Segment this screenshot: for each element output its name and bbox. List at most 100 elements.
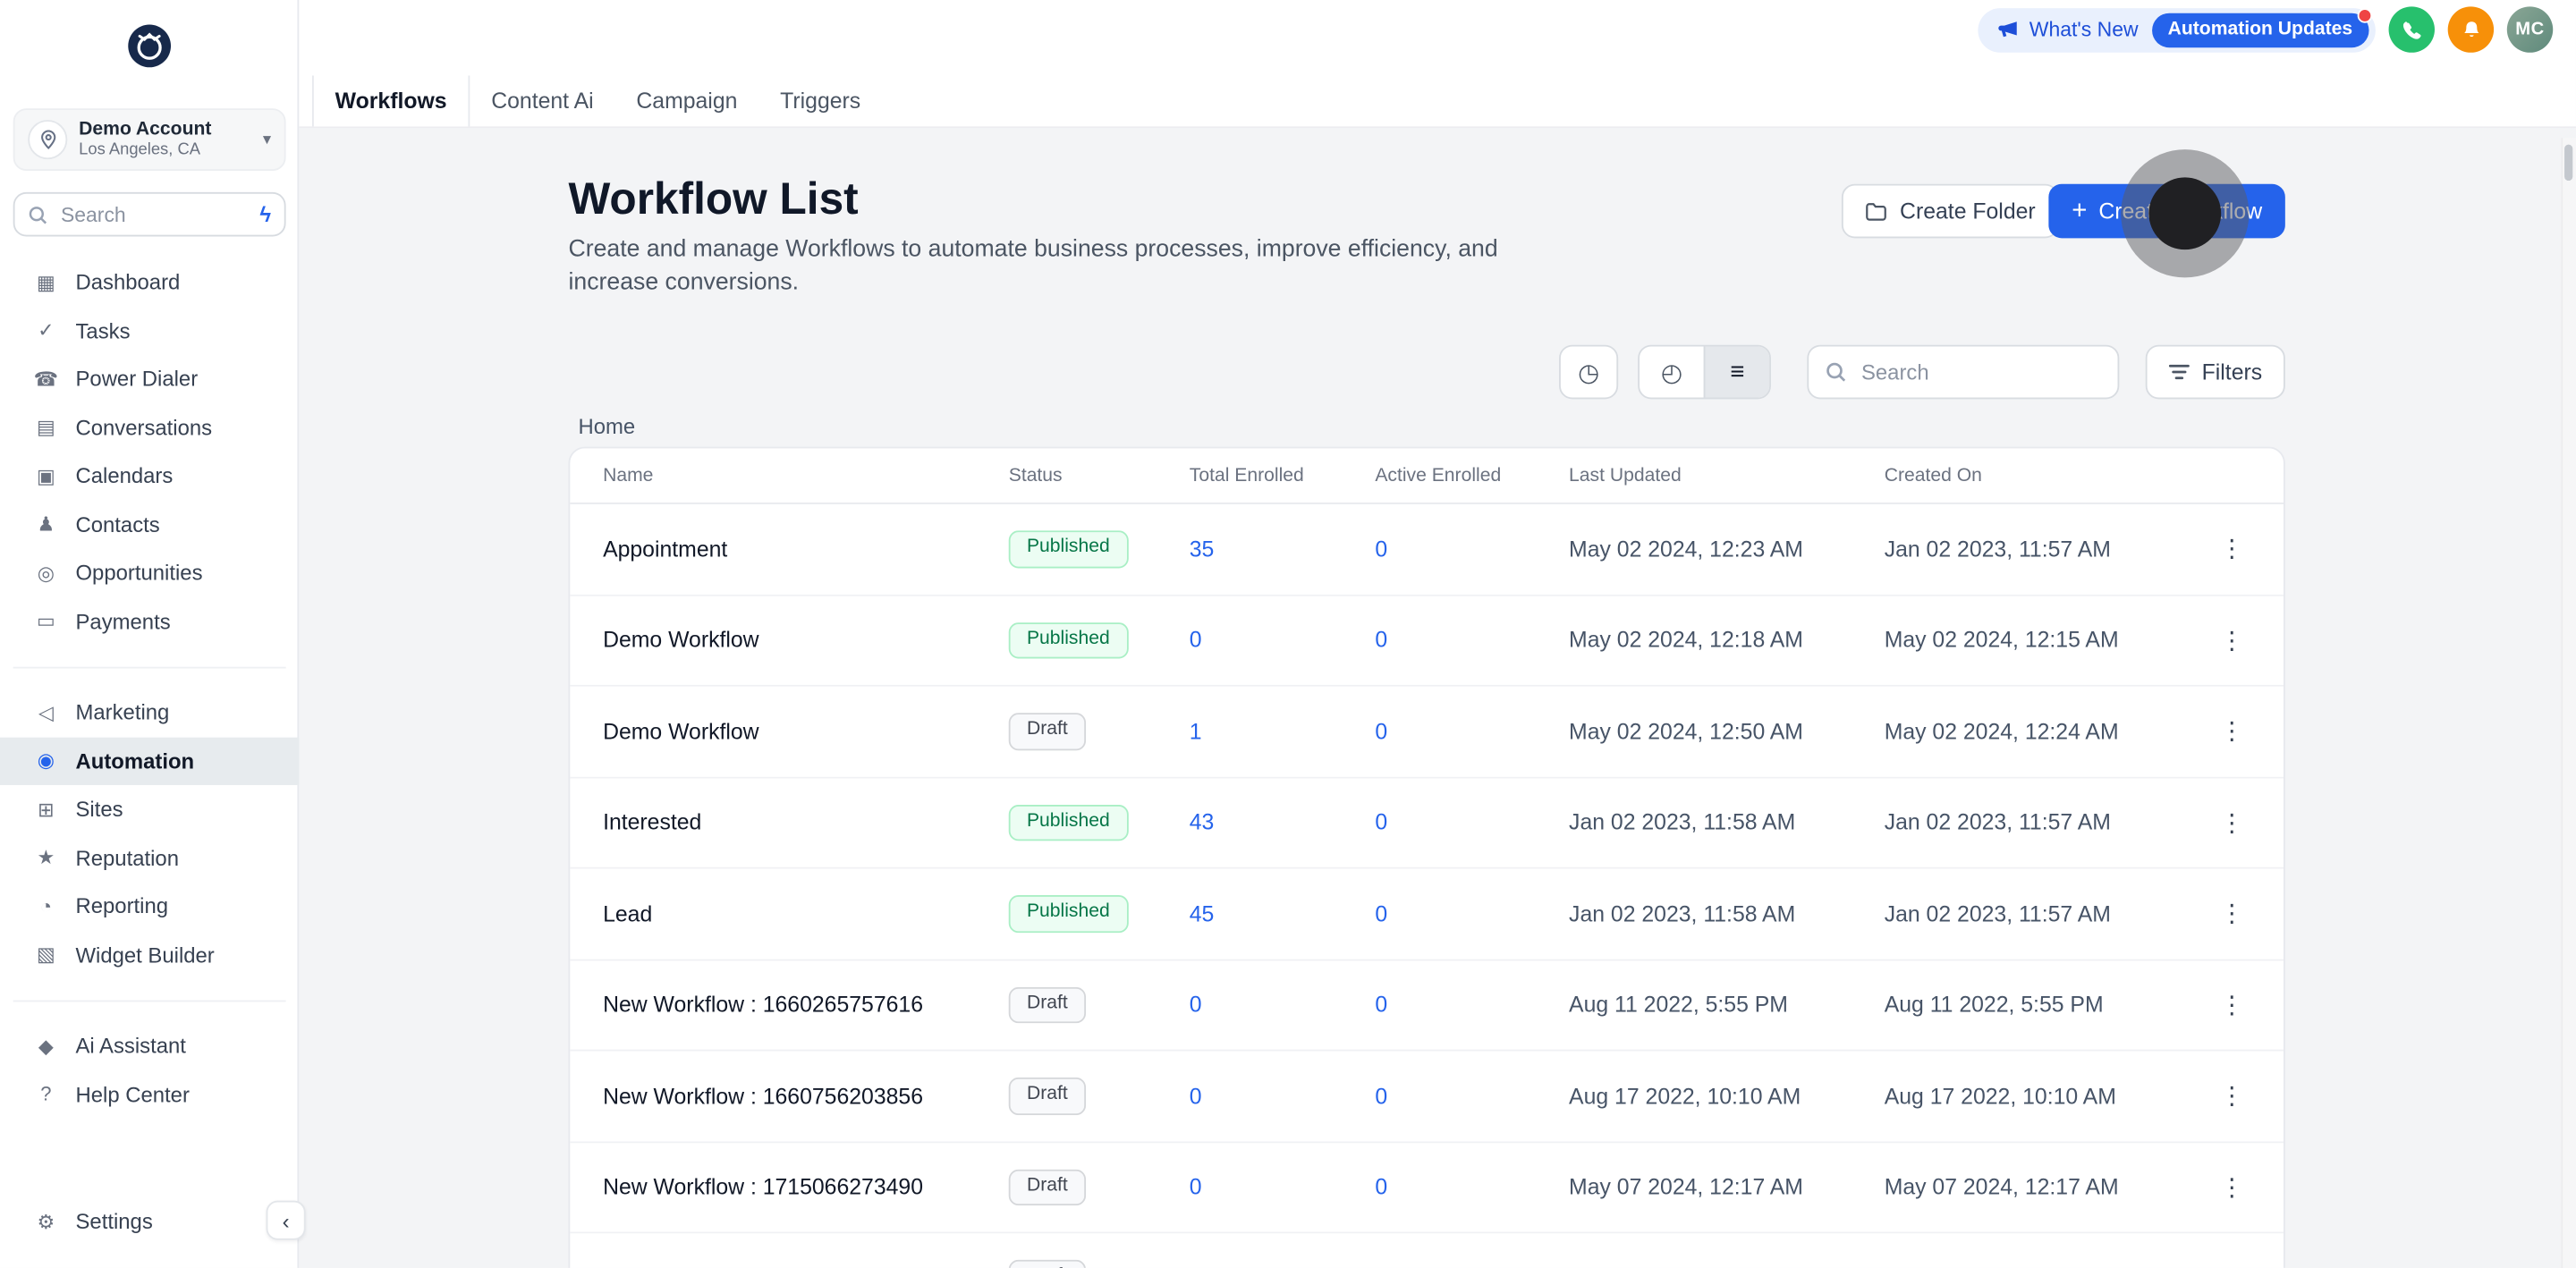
active-enrolled-link[interactable]: 0 [1343,1175,1537,1200]
active-enrolled-link[interactable]: 0 [1343,810,1537,835]
total-enrolled-link[interactable]: 45 [1157,901,1343,926]
sites-icon: ⊞ [38,798,55,821]
sidebar-item-help-center[interactable]: ? Help Center [0,1070,299,1119]
app-logo[interactable] [126,23,172,69]
row-menu-button[interactable]: ⋮ [2207,899,2258,928]
total-enrolled-link[interactable]: 0 [1157,628,1343,653]
create-folder-button[interactable]: Create Folder [1842,183,2059,239]
sidebar-item-opportunities[interactable]: ◎ Opportunities [0,548,299,596]
active-enrolled-link[interactable]: 0 [1343,719,1537,744]
status-badge: Published [1008,530,1128,568]
row-menu-button[interactable]: ⋮ [2207,534,2258,563]
row-menu-button[interactable]: ⋮ [2207,1264,2258,1268]
table-search-input[interactable] [1858,358,2102,386]
row-menu-button[interactable]: ⋮ [2207,716,2258,746]
automation-updates-badge[interactable]: Automation Updates [2151,7,2373,47]
row-menu-button[interactable]: ⋮ [2207,1172,2258,1202]
created-on-value: May 02 2024, 12:15 AM [1884,628,2119,653]
sidebar: Demo Account Los Angeles, CA ▾ ϟ ▦ Dashb… [0,0,306,1268]
last-updated-value: Aug 11 2022, 5:55 PM [1569,992,1788,1018]
create-workflow-button[interactable]: + Create Workflow [2048,183,2285,239]
workflow-name-link[interactable]: New Workflow : 1715066273490 [570,1175,976,1200]
status-badge: Published [1008,621,1128,659]
folder-icon [1865,201,1888,221]
workflow-name-link[interactable]: Interested [570,810,976,835]
sidebar-item-conversations[interactable]: ▤ Conversations [0,403,299,452]
page-body: Workflow List Create and manage Workflow… [299,128,2576,1268]
sidebar-item-calendars[interactable]: ▣ Calendars [0,452,299,500]
sidebar-item-settings[interactable]: ⚙ Settings [0,1197,299,1246]
total-enrolled-link[interactable]: 0 [1157,1084,1343,1109]
table-row: New Workflow : 1715066273490 Draft 0 0 M… [570,1142,2284,1234]
sidebar-item-ai-assistant[interactable]: ◆ Ai Assistant [0,1021,299,1069]
sidebar-item-dashboard[interactable]: ▦ Dashboard [0,258,299,306]
breadcrumb[interactable]: Home [579,414,636,439]
timeline-view-button[interactable]: ◴ [1640,347,1704,398]
table-row: New Workflow : 1660265757616 Draft 0 0 A… [570,959,2284,1052]
scrollbar-thumb[interactable] [2564,144,2573,182]
total-enrolled-link[interactable]: 35 [1157,537,1343,562]
total-enrolled-link[interactable]: 0 [1157,1175,1343,1200]
sidebar-item-power-dialer[interactable]: ☎ Power Dialer [0,355,299,403]
sidebar-collapse-button[interactable]: ‹ [266,1200,306,1240]
row-menu-button[interactable]: ⋮ [2207,990,2258,1019]
calendars-icon: ▣ [37,464,55,488]
phone-button[interactable] [2388,6,2435,53]
sidebar-item-marketing[interactable]: ◁ Marketing [0,689,299,737]
view-toggle: ◴ ≡ [1638,344,1771,400]
sidebar-item-reputation[interactable]: ★ Reputation [0,833,299,882]
table-row: Demo Workflow Draft 1 0 May 02 2024, 12:… [570,686,2284,778]
status-badge: Published [1008,895,1128,933]
contacts-icon: ♟ [37,512,55,537]
automation-icon: ◉ [37,748,55,773]
active-enrolled-link[interactable]: 0 [1343,537,1537,562]
created-on-value: Aug 11 2022, 5:55 PM [1884,992,2104,1018]
sidebar-item-sites[interactable]: ⊞ Sites [0,785,299,833]
sidebar-item-widget-builder[interactable]: ▧ Widget Builder [0,930,299,978]
active-enrolled-link[interactable]: 0 [1343,901,1537,926]
row-menu-button[interactable]: ⋮ [2207,625,2258,655]
row-menu-button[interactable]: ⋮ [2207,807,2258,837]
sidebar-nav-support: ◆ Ai Assistant ? Help Center [0,1021,299,1118]
filters-button[interactable]: Filters [2146,344,2285,400]
account-switcher[interactable]: Demo Account Los Angeles, CA ▾ [13,108,286,172]
workflow-name-link[interactable]: New Workflow : 1660265757616 [570,993,976,1018]
sidebar-item-tasks[interactable]: ✓ Tasks [0,307,299,355]
col-header-active-enrolled: Active Enrolled [1375,465,1502,486]
sidebar-item-automation[interactable]: ◉ Automation [0,736,300,785]
total-enrolled-link[interactable]: 43 [1157,810,1343,835]
sidebar-item-contacts[interactable]: ♟ Contacts [0,500,299,548]
sidebar-item-payments[interactable]: ▭ Payments [0,597,299,646]
row-menu-button[interactable]: ⋮ [2207,1081,2258,1111]
tab-content-ai[interactable]: Content Ai [470,75,614,126]
quick-actions-bolt-icon[interactable]: ϟ [259,202,271,227]
active-enrolled-link[interactable]: 0 [1343,1084,1537,1109]
sidebar-item-reporting[interactable]: ◔ Reporting [0,882,299,930]
user-avatar[interactable]: MC [2506,6,2554,53]
workflow-name-link[interactable]: New Workflow : 1660756203856 [570,1084,976,1109]
col-header-total-enrolled: Total Enrolled [1189,465,1304,486]
active-enrolled-link[interactable]: 0 [1343,628,1537,653]
search-icon [28,205,47,224]
tab-triggers[interactable]: Triggers [758,75,882,126]
main-area: What's New Automation Updates MC Workflo… [299,0,2576,1268]
plus-icon: + [2072,196,2088,224]
table-header-row: Name Status Total Enrolled Active Enroll… [570,448,2284,504]
tab-workflows[interactable]: Workflows [311,75,470,127]
total-enrolled-link[interactable]: 0 [1157,993,1343,1018]
vertical-scrollbar[interactable] [2561,138,2576,1268]
tab-campaign[interactable]: Campaign [614,75,758,126]
workflow-name-link[interactable]: Lead [570,901,976,926]
notifications-button[interactable] [2447,6,2495,53]
whats-new-button[interactable]: What's New Automation Updates [1978,7,2376,52]
total-enrolled-link[interactable]: 1 [1157,719,1343,744]
page-subtitle: Create and manage Workflows to automate … [568,236,1498,295]
sidebar-search-input[interactable] [57,200,250,228]
workflow-name-link[interactable]: Demo Workflow [570,719,976,744]
workflow-name-link[interactable]: Appointment [570,537,976,562]
status-badge: Draft [1008,713,1086,750]
history-view-button[interactable]: ◷ [1559,344,1619,400]
list-view-button[interactable]: ≡ [1703,346,1770,398]
workflow-name-link[interactable]: Demo Workflow [570,628,976,653]
active-enrolled-link[interactable]: 0 [1343,993,1537,1018]
